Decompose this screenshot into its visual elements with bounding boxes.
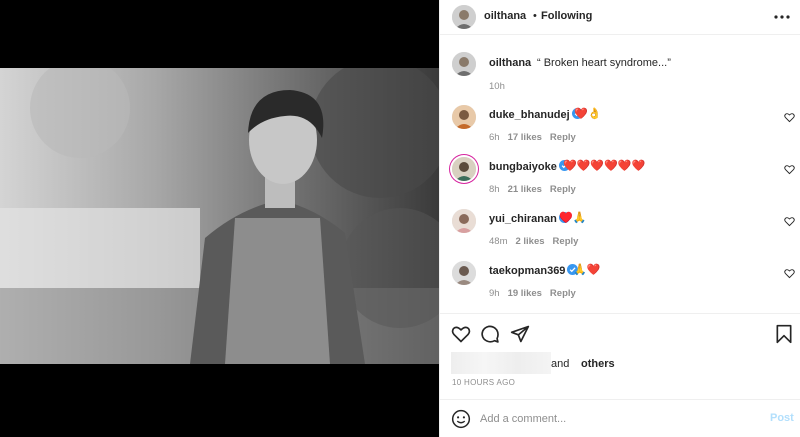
post-photo[interactable]	[0, 68, 439, 364]
reply-button[interactable]: Reply	[550, 184, 576, 195]
add-comment-input[interactable]	[480, 410, 760, 428]
comment-text: ❤️❤️❤️❤️❤️❤️	[563, 160, 646, 172]
comment-item: duke_bhanudej ❤️👌 6h 17 likes Reply	[440, 108, 800, 158]
comment-username[interactable]: yui_chiranan	[489, 212, 570, 225]
reply-button[interactable]: Reply	[550, 288, 576, 299]
reply-button[interactable]: Reply	[550, 132, 576, 143]
likes-and-text: and	[551, 358, 570, 370]
comment-text: 🙏❤️	[573, 264, 601, 276]
comment-item: yui_chiranan ♥️🙏 48m 2 likes Reply	[440, 212, 800, 262]
comment-meta: 6h 17 likes Reply	[489, 132, 584, 143]
comment-time[interactable]: 8h	[489, 184, 500, 195]
comment-username[interactable]: taekopman369	[489, 264, 579, 277]
caption-username[interactable]: oilthana	[489, 57, 531, 69]
post-comment-button[interactable]: Post	[770, 412, 794, 424]
more-icon[interactable]	[773, 8, 791, 26]
comment-likes[interactable]: 19 likes	[508, 288, 542, 299]
comment-likes[interactable]: 21 likes	[508, 184, 542, 195]
likes-others-link[interactable]: others	[581, 358, 615, 370]
reply-button[interactable]: Reply	[553, 236, 579, 247]
comment-likes[interactable]: 2 likes	[515, 236, 544, 247]
post-header: oilthana • Following	[440, 0, 800, 35]
comment-like-icon[interactable]	[784, 112, 795, 123]
heart-icon[interactable]	[451, 324, 471, 344]
comment-time[interactable]: 9h	[489, 288, 500, 299]
likes-summary[interactable]: and others	[451, 352, 751, 374]
smile-icon[interactable]	[451, 409, 471, 429]
comment-username[interactable]: bungbaiyoke	[489, 160, 570, 173]
bookmark-icon[interactable]	[774, 324, 794, 344]
caption-timestamp[interactable]: 10h	[489, 81, 505, 92]
add-comment-row: Post	[440, 399, 800, 437]
comment-meta: 48m 2 likes Reply	[489, 236, 586, 247]
comment-meta: 8h 21 likes Reply	[489, 184, 584, 195]
comment-text: ❤️👌	[574, 108, 602, 120]
share-icon[interactable]	[510, 324, 530, 344]
comment-item: taekopman369 🙏❤️ 9h 19 likes Reply	[440, 264, 800, 314]
comment-time[interactable]: 6h	[489, 132, 500, 143]
comment-like-icon[interactable]	[784, 268, 795, 279]
comment-like-icon[interactable]	[784, 164, 795, 175]
post-details-panel: oilthana • Following oilthana “ Broken h…	[439, 0, 800, 437]
media-panel	[0, 0, 439, 437]
caption-text: “ Broken heart syndrome...”	[537, 57, 671, 69]
owner-username[interactable]: oilthana	[484, 10, 526, 22]
comment-icon[interactable]	[480, 324, 500, 344]
header-separator: •	[533, 10, 537, 22]
comment-text: ♥️🙏	[559, 212, 587, 224]
caption-avatar[interactable]	[452, 52, 476, 76]
comment-time[interactable]: 48m	[489, 236, 507, 247]
actions-divider	[440, 313, 800, 314]
owner-avatar[interactable]	[452, 5, 476, 29]
comment-like-icon[interactable]	[784, 216, 795, 227]
post-timestamp[interactable]: 10 HOURS AGO	[452, 378, 515, 387]
following-button[interactable]: Following	[541, 10, 592, 22]
photo-illustration	[0, 68, 439, 364]
liked-by-blurred	[451, 352, 551, 374]
comment-username[interactable]: duke_bhanudej	[489, 108, 583, 121]
comment-likes[interactable]: 17 likes	[508, 132, 542, 143]
comment-meta: 9h 19 likes Reply	[489, 288, 584, 299]
comment-item: bungbaiyoke ❤️❤️❤️❤️❤️❤️ 8h 21 likes Reply	[440, 160, 800, 210]
